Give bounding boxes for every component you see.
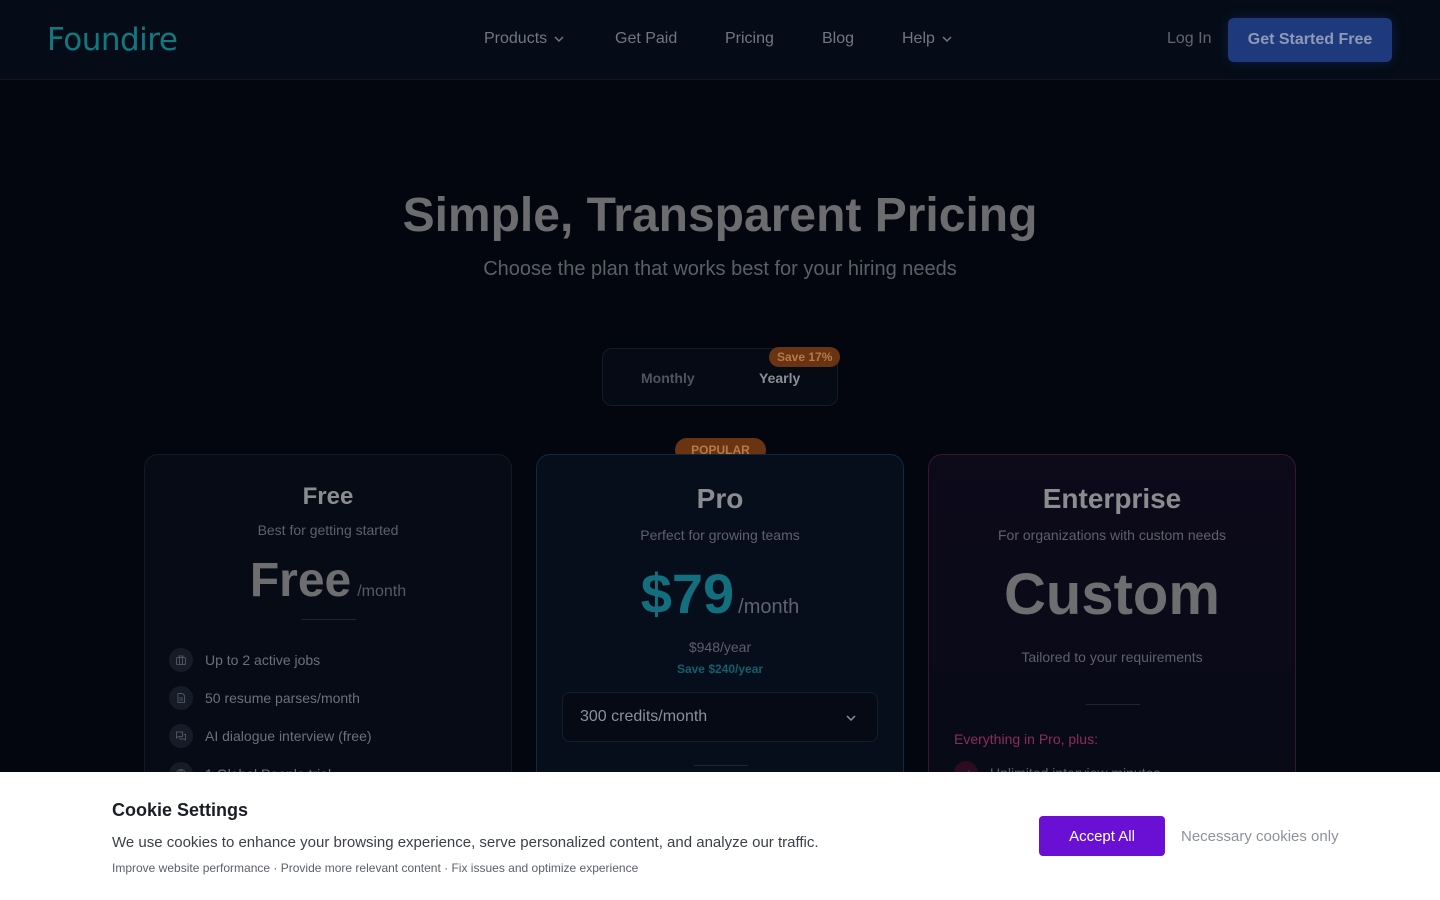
nav-item-blog[interactable]: Blog [822, 30, 854, 48]
plan-name: Pro [696, 483, 744, 514]
nav-item-get-paid[interactable]: Get Paid [615, 30, 677, 48]
price-period: /month [738, 596, 800, 618]
feature-item: AI dialogue interview (free) [169, 717, 372, 755]
divider [694, 765, 748, 766]
nav-item-label: Pricing [725, 30, 774, 47]
nav-item-products[interactable]: Products [484, 30, 565, 48]
feature-item: 50 resume parses/month [169, 679, 372, 717]
cookie-title: Cookie Settings [112, 800, 249, 820]
nav-item-help[interactable]: Help [902, 30, 953, 48]
divider [302, 619, 356, 620]
top-navbar: Foundire Products Get Paid Pricing Blog … [0, 0, 1440, 80]
feature-text: Up to 2 active jobs [205, 652, 321, 668]
feature-item: Up to 2 active jobs [169, 641, 372, 679]
feature-text: AI dialogue interview (free) [205, 728, 372, 744]
cookie-details: Improve website performance · Provide mo… [112, 861, 639, 875]
document-icon [169, 686, 193, 710]
chevron-down-icon [942, 36, 952, 43]
price-period: /month [357, 583, 407, 600]
plan-price: Free/month [145, 553, 511, 608]
page-title: Simple, Transparent Pricing [402, 189, 1038, 242]
nav-item-label: Products [484, 30, 548, 47]
divider [1086, 704, 1140, 705]
plan-tagline: Best for getting started [257, 522, 399, 538]
plan-card-free: Free Best for getting started Free/month… [144, 454, 512, 814]
plan-name: Enterprise [1042, 483, 1182, 514]
nav-item-label: Get Paid [615, 30, 678, 47]
chevron-down-icon [846, 715, 856, 722]
login-link[interactable]: Log In [1167, 30, 1211, 48]
save-badge: Save 17% [769, 347, 841, 367]
yearly-savings: Save $240/year [676, 662, 764, 676]
yearly-price: $948/year [688, 639, 752, 655]
page-subtitle: Choose the plan that works best for your… [483, 258, 957, 280]
plan-name: Free [302, 483, 354, 510]
price-amount: $79 [640, 562, 735, 625]
plan-card-pro: Pro Perfect for growing teams $79/month … [536, 454, 904, 814]
nav-item-label: Help [902, 30, 935, 47]
necessary-cookies-button[interactable]: Necessary cookies only [1181, 828, 1339, 845]
includes-heading: Everything in Pro, plus: [954, 731, 1098, 747]
credits-select[interactable]: 300 credits/month [562, 692, 878, 742]
plan-tagline: Perfect for growing teams [640, 527, 800, 543]
chevron-down-icon [554, 36, 564, 43]
nav-item-pricing[interactable]: Pricing [725, 30, 774, 48]
briefcase-icon [169, 648, 193, 672]
billing-monthly-option[interactable]: Monthly [641, 370, 695, 386]
price-amount: Free [249, 554, 352, 607]
credits-select-value: 300 credits/month [580, 708, 708, 725]
plan-card-enterprise: Enterprise For organizations with custom… [928, 454, 1296, 814]
plan-tagline: For organizations with custom needs [998, 527, 1226, 543]
price-note: Tailored to your requirements [1021, 649, 1203, 665]
plan-price: $79/month [537, 561, 903, 626]
nav-menu: Products Get Paid Pricing Blog Help [0, 0, 1440, 80]
nav-item-label: Blog [822, 30, 855, 47]
cookie-body: We use cookies to enhance your browsing … [112, 834, 819, 851]
plan-price: Custom [1004, 562, 1220, 627]
get-started-button[interactable]: Get Started Free [1228, 18, 1392, 62]
feature-text: 50 resume parses/month [205, 690, 360, 706]
cookie-banner: Cookie Settings We use cookies to enhanc… [0, 772, 1440, 900]
billing-yearly-option[interactable]: Yearly [759, 370, 800, 386]
chat-icon [169, 724, 193, 748]
billing-toggle: Monthly Yearly Save 17% [602, 347, 841, 406]
feature-list: Up to 2 active jobs 50 resume parses/mon… [169, 641, 372, 793]
accept-all-button[interactable]: Accept All [1039, 816, 1165, 856]
